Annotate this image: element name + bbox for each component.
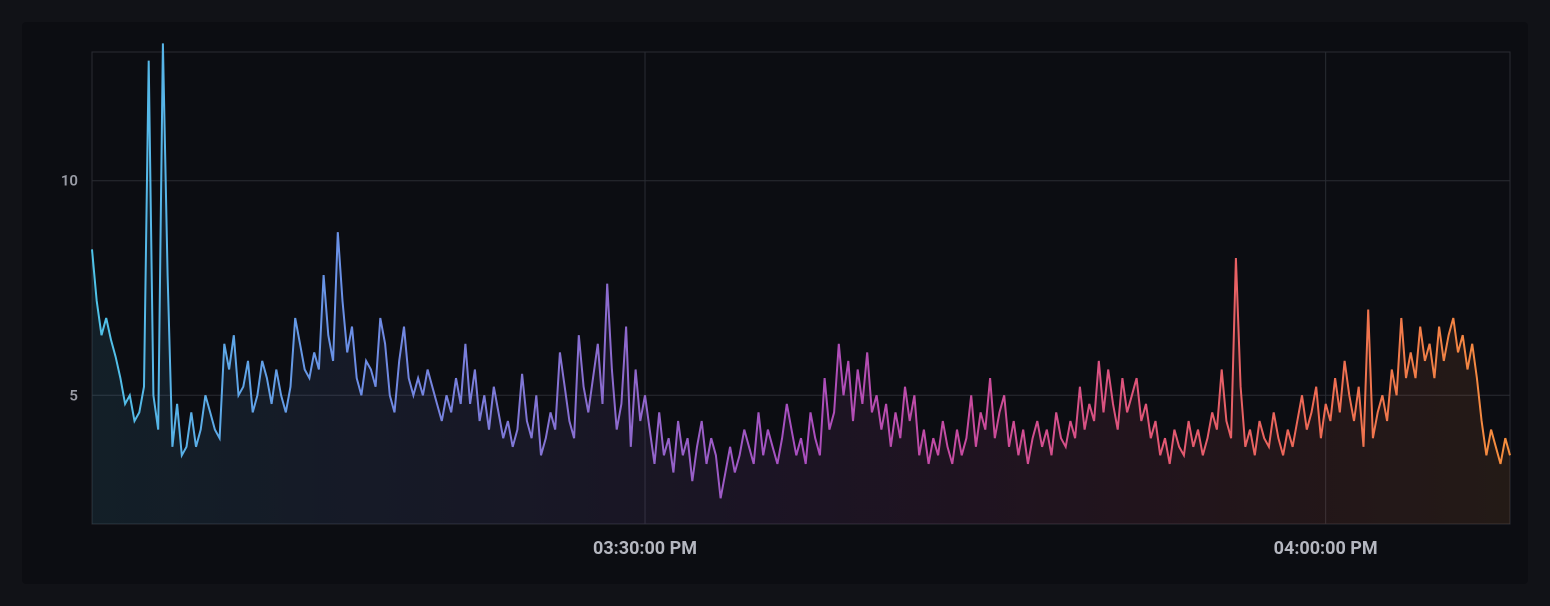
y-tick-label: 5 xyxy=(69,386,78,404)
series-area xyxy=(92,43,1510,524)
chart-inner: 5 10 03:30:00 PM 04:00:00 PM xyxy=(22,22,1528,584)
x-tick-label: 04:00:00 PM xyxy=(1274,538,1378,559)
x-tick-label: 03:30:00 PM xyxy=(593,538,697,559)
chart-svg: 5 10 03:30:00 PM 04:00:00 PM xyxy=(22,22,1528,584)
y-tick-label: 10 xyxy=(61,172,78,190)
chart-panel: 5 10 03:30:00 PM 04:00:00 PM xyxy=(0,0,1550,606)
